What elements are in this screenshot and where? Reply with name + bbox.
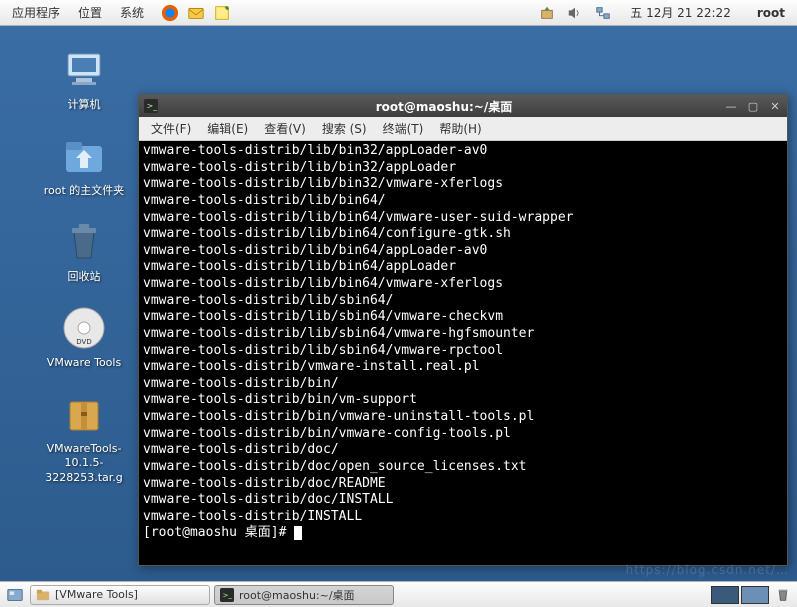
top-panel: 应用程序 位置 系统 五 12月 21 22:22 root <box>0 0 797 26</box>
task-terminal[interactable]: >_ root@maoshu:~/桌面 <box>214 585 394 605</box>
user-menu[interactable]: root <box>749 6 793 20</box>
terminal-icon: >_ <box>219 587 235 603</box>
menu-help[interactable]: 帮助(H) <box>433 118 487 139</box>
clock[interactable]: 五 12月 21 22:22 <box>622 4 739 21</box>
maximize-button[interactable]: ▢ <box>745 99 761 113</box>
terminal-icon: >_ <box>143 98 159 114</box>
close-button[interactable]: ✕ <box>767 99 783 113</box>
desktop-icon-label: VMware Tools <box>36 356 132 370</box>
desktop[interactable]: 计算机 root 的主文件夹 回收站 DVD VMware Tools VMwa… <box>0 26 797 581</box>
desktop-icon-tarball[interactable]: VMwareTools-10.1.5-3228253.tar.g <box>36 390 132 485</box>
svg-text:>_: >_ <box>147 102 158 111</box>
terminal-window: >_ root@maoshu:~/桌面 — ▢ ✕ 文件(F) 编辑(E) 查看… <box>138 94 788 566</box>
terminal-output[interactable]: vmware-tools-distrib/lib/bin32/appLoader… <box>139 141 787 565</box>
desktop-icon-computer[interactable]: 计算机 <box>36 46 132 112</box>
svg-text:>_: >_ <box>223 591 233 599</box>
update-icon[interactable] <box>538 4 556 22</box>
minimize-button[interactable]: — <box>723 99 739 113</box>
system-menus: 应用程序 位置 系统 <box>4 2 152 23</box>
menu-applications[interactable]: 应用程序 <box>4 2 68 23</box>
workspace-2[interactable] <box>741 586 769 604</box>
desktop-icon-label: 回收站 <box>36 270 132 284</box>
window-title: root@maoshu:~/桌面 <box>165 98 723 115</box>
system-tray: 五 12月 21 22:22 root <box>538 4 793 22</box>
desktop-icon-trash[interactable]: 回收站 <box>36 218 132 284</box>
desktop-icon-label: 计算机 <box>36 98 132 112</box>
workspace-1[interactable] <box>711 586 739 604</box>
menubar: 文件(F) 编辑(E) 查看(V) 搜索 (S) 终端(T) 帮助(H) <box>139 117 787 141</box>
menu-terminal[interactable]: 终端(T) <box>377 118 430 139</box>
network-icon[interactable] <box>594 4 612 22</box>
desktop-icon-label: VMwareTools-10.1.5-3228253.tar.g <box>36 442 132 485</box>
desktop-icon-home[interactable]: root 的主文件夹 <box>36 132 132 198</box>
task-label: root@maoshu:~/桌面 <box>239 587 355 603</box>
desktop-icon-label: root 的主文件夹 <box>36 184 132 198</box>
titlebar[interactable]: >_ root@maoshu:~/桌面 — ▢ ✕ <box>139 95 787 117</box>
volume-icon[interactable] <box>566 4 584 22</box>
workspace-switcher[interactable] <box>711 586 769 604</box>
launcher-icons <box>160 3 232 23</box>
menu-file[interactable]: 文件(F) <box>145 118 197 139</box>
task-label: [VMware Tools] <box>55 588 138 601</box>
menu-view[interactable]: 查看(V) <box>258 118 312 139</box>
desktop-icon-dvd[interactable]: DVD VMware Tools <box>36 304 132 370</box>
notes-icon[interactable] <box>212 3 232 23</box>
firefox-icon[interactable] <box>160 3 180 23</box>
folder-icon <box>35 587 51 603</box>
task-filemanager[interactable]: [VMware Tools] <box>30 585 210 605</box>
watermark: https://blog.csdn.net/… <box>626 563 789 577</box>
mail-icon[interactable] <box>186 3 206 23</box>
menu-places[interactable]: 位置 <box>70 2 110 23</box>
svg-text:DVD: DVD <box>76 338 91 346</box>
panel-trash-icon[interactable] <box>773 585 793 605</box>
menu-edit[interactable]: 编辑(E) <box>201 118 254 139</box>
menu-search[interactable]: 搜索 (S) <box>316 118 373 139</box>
show-desktop-button[interactable] <box>4 585 26 605</box>
menu-system[interactable]: 系统 <box>112 2 152 23</box>
bottom-panel: [VMware Tools] >_ root@maoshu:~/桌面 <box>0 581 797 607</box>
